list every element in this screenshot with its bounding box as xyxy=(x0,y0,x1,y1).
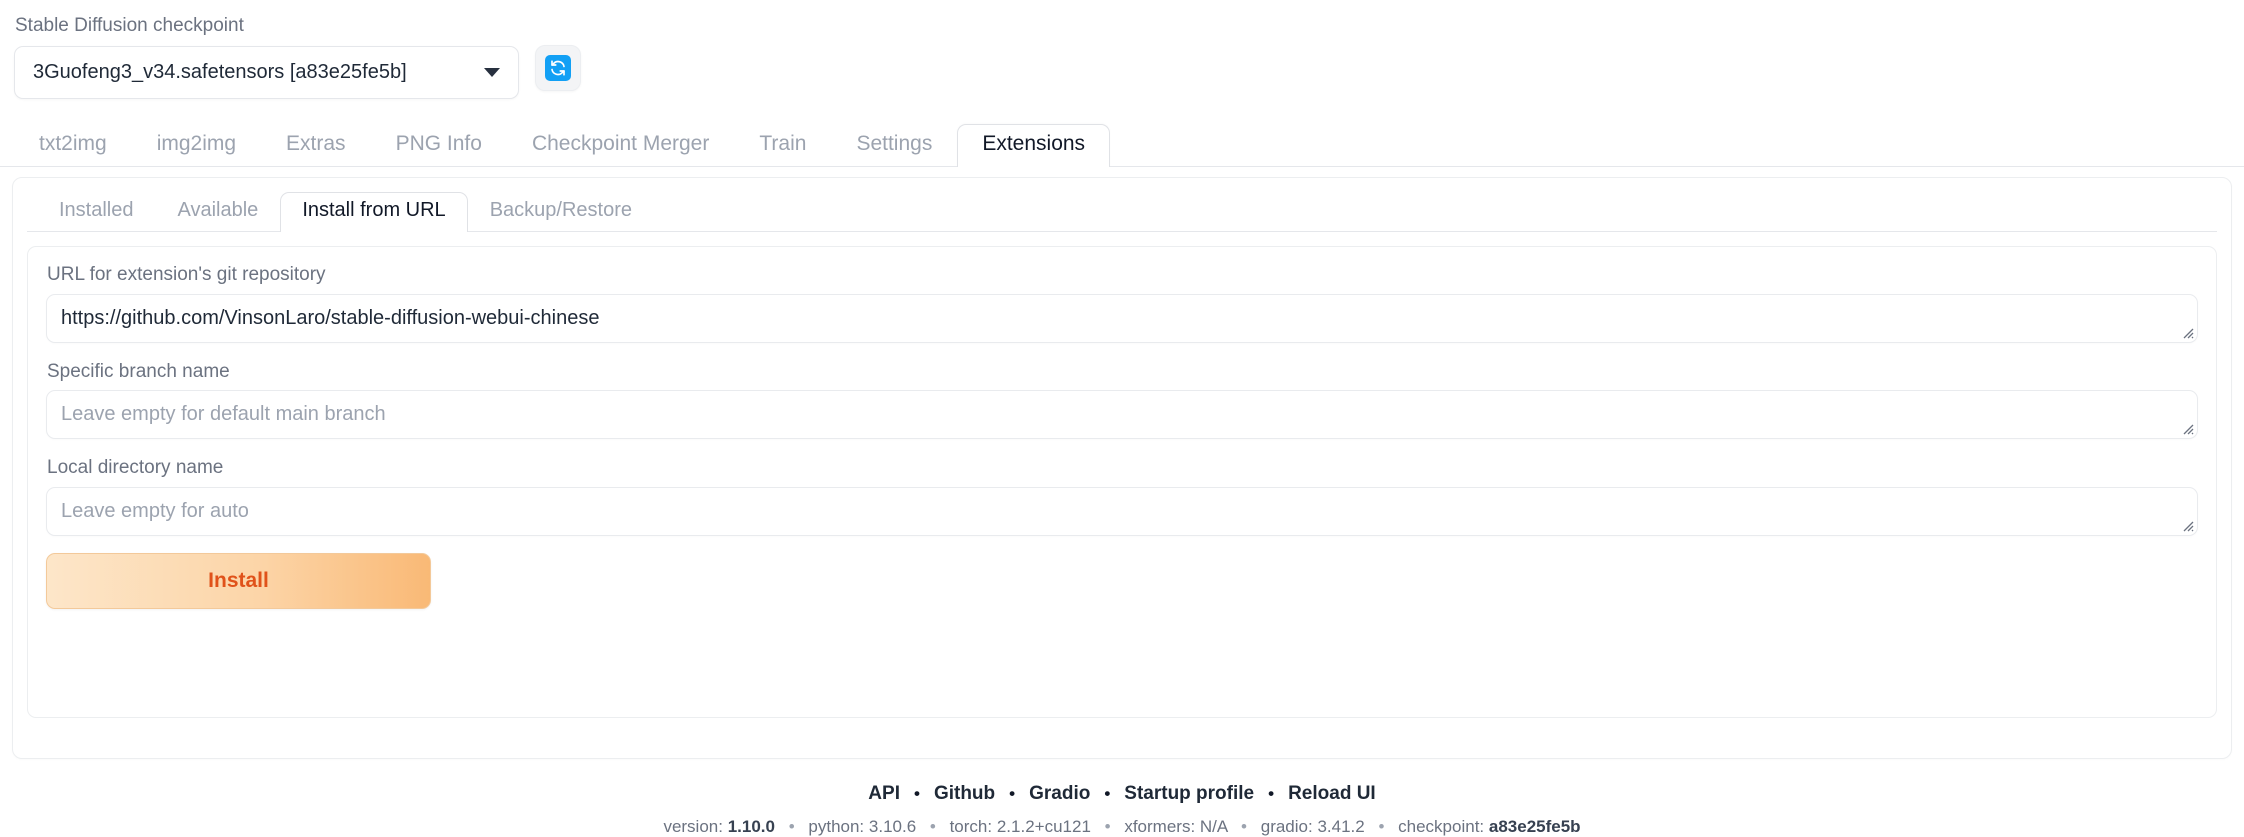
branch-name-placeholder: Leave empty for default main branch xyxy=(61,403,386,426)
sub-tab-available[interactable]: Available xyxy=(156,192,281,232)
tab-checkpoint-merger[interactable]: Checkpoint Merger xyxy=(507,124,734,167)
refresh-icon xyxy=(545,55,571,81)
tab-settings[interactable]: Settings xyxy=(831,124,957,167)
chevron-down-icon xyxy=(484,67,500,77)
install-from-url-form: URL for extension's git repository https… xyxy=(27,245,2217,718)
tab-train[interactable]: Train xyxy=(734,124,831,167)
url-field-group: URL for extension's git repository https… xyxy=(46,263,2198,343)
torch-value: 2.1.2+cu121 xyxy=(996,816,1091,836)
footer-link-github[interactable]: Github xyxy=(920,783,1009,805)
gradio-label: gradio: xyxy=(1260,816,1313,836)
version-value: 1.10.0 xyxy=(727,816,775,836)
footer-link-gradio[interactable]: Gradio xyxy=(1015,783,1104,805)
install-button[interactable]: Install xyxy=(46,553,431,609)
tab-extras[interactable]: Extras xyxy=(261,124,371,167)
branch-field-label: Specific branch name xyxy=(47,360,230,382)
sub-tab-installed[interactable]: Installed xyxy=(37,192,156,232)
tab-txt2img[interactable]: txt2img xyxy=(14,124,132,167)
version-separator: • xyxy=(1378,816,1385,836)
resize-handle-icon[interactable] xyxy=(2180,421,2194,435)
version-label: version: xyxy=(663,816,723,836)
footer-links: API • Github • Gradio • Startup profile … xyxy=(0,783,2244,805)
extensions-sub-tab-bar: Installed Available Install from URL Bac… xyxy=(27,188,2217,232)
extensions-panel: Installed Available Install from URL Bac… xyxy=(12,176,2232,759)
version-info: version: 1.10.0 • python: 3.10.6 • torch… xyxy=(0,817,2244,837)
torch-label: torch: xyxy=(949,816,993,836)
footer: API • Github • Gradio • Startup profile … xyxy=(0,783,2244,837)
checkpoint-select[interactable]: 3Guofeng3_v34.safetensors [a83e25fe5b] xyxy=(14,45,519,99)
footer-link-api[interactable]: API xyxy=(854,783,914,805)
branch-field-group: Specific branch name Leave empty for def… xyxy=(46,360,2198,440)
footer-link-startup-profile[interactable]: Startup profile xyxy=(1110,783,1268,805)
version-separator: • xyxy=(1104,816,1111,836)
local-directory-placeholder: Leave empty for auto xyxy=(61,500,249,522)
footer-link-reload-ui[interactable]: Reload UI xyxy=(1274,783,1390,805)
gradio-value: 3.41.2 xyxy=(1317,816,1365,836)
resize-handle-icon[interactable] xyxy=(2180,325,2194,339)
url-field-label: URL for extension's git repository xyxy=(47,263,326,285)
local-directory-input[interactable]: Leave empty for auto xyxy=(46,487,2198,536)
checkpoint-hash-value: a83e25fe5b xyxy=(1488,816,1581,836)
directory-field-label: Local directory name xyxy=(47,457,224,479)
xformers-value: N/A xyxy=(1199,816,1228,836)
checkpoint-block: Stable Diffusion checkpoint 3Guofeng3_v3… xyxy=(14,14,519,99)
sub-tab-backup-restore[interactable]: Backup/Restore xyxy=(468,192,654,232)
git-repo-url-value: https://github.com/VinsonLaro/stable-dif… xyxy=(61,306,600,329)
tab-png-info[interactable]: PNG Info xyxy=(371,124,507,167)
version-separator: • xyxy=(1241,816,1247,836)
directory-field-group: Local directory name Leave empty for aut… xyxy=(46,456,2198,536)
git-repo-url-input[interactable]: https://github.com/VinsonLaro/stable-dif… xyxy=(46,293,2198,343)
checkpoint-row: Stable Diffusion checkpoint 3Guofeng3_v3… xyxy=(0,0,2244,99)
version-separator: • xyxy=(929,816,936,836)
refresh-checkpoints-button[interactable] xyxy=(535,45,581,91)
python-label: python: xyxy=(808,816,865,836)
tab-extensions[interactable]: Extensions xyxy=(957,123,1111,167)
main-tab-bar: txt2img img2img Extras PNG Info Checkpoi… xyxy=(0,121,2244,167)
branch-name-input[interactable]: Leave empty for default main branch xyxy=(46,390,2198,440)
resize-handle-icon[interactable] xyxy=(2180,518,2194,532)
checkpoint-hash-label: checkpoint: xyxy=(1398,816,1485,836)
xformers-label: xformers: xyxy=(1124,816,1196,836)
checkpoint-label: Stable Diffusion checkpoint xyxy=(15,15,244,36)
version-separator: • xyxy=(788,816,795,836)
tab-img2img[interactable]: img2img xyxy=(132,124,261,167)
python-value: 3.10.6 xyxy=(868,816,917,836)
install-button-label: Install xyxy=(208,569,269,592)
sub-tab-install-from-url[interactable]: Install from URL xyxy=(280,191,468,232)
checkpoint-selected-value: 3Guofeng3_v34.safetensors [a83e25fe5b] xyxy=(33,60,407,83)
